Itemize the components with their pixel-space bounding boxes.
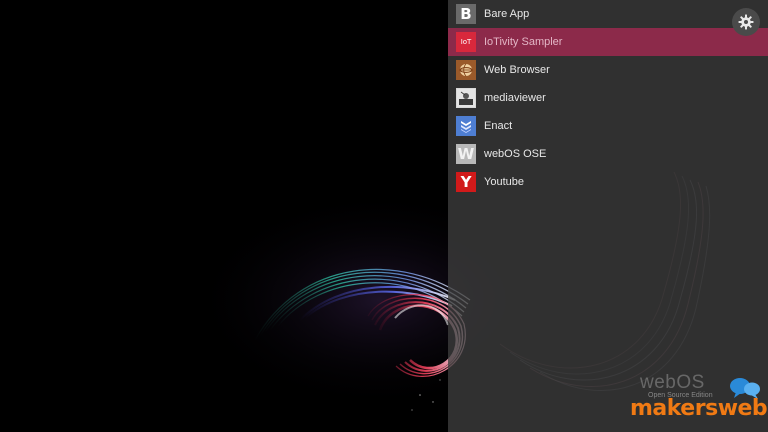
app-label: Enact: [484, 120, 513, 132]
watermark-part2: web: [717, 396, 768, 421]
app-label: IoTivity Sampler: [484, 36, 563, 48]
app-item-webos-ose[interactable]: W webOS OSE: [448, 140, 768, 168]
webos-ose-icon: W: [456, 144, 476, 164]
app-label: webOS OSE: [484, 148, 547, 160]
settings-button[interactable]: [732, 8, 760, 36]
app-item-bare-app[interactable]: B Bare App: [448, 0, 768, 28]
app-list: B Bare App IoT IoTivity Sampler Web Brow…: [448, 0, 768, 196]
app-label: mediaviewer: [484, 92, 546, 104]
gear-icon: [738, 14, 754, 30]
iotivity-icon: IoT: [456, 32, 476, 52]
web-browser-icon: [456, 60, 476, 80]
app-label: Youtube: [484, 176, 524, 188]
enact-icon: [456, 116, 476, 136]
app-item-mediaviewer[interactable]: mediaviewer: [448, 84, 768, 112]
watermark-part1: makers: [630, 396, 718, 421]
app-item-enact[interactable]: Enact: [448, 112, 768, 140]
home-screen: B Bare App IoT IoTivity Sampler Web Brow…: [0, 0, 768, 432]
app-item-web-browser[interactable]: Web Browser: [448, 56, 768, 84]
app-label: Web Browser: [484, 64, 550, 76]
app-item-iotivity-sampler[interactable]: IoT IoTivity Sampler: [448, 28, 768, 56]
webos-logo-text: webOS: [640, 372, 705, 393]
app-item-youtube[interactable]: Y Youtube: [448, 168, 768, 196]
watermark-logo: makersweb: [630, 396, 768, 421]
youtube-icon: Y: [456, 172, 476, 192]
bare-app-icon: B: [456, 4, 476, 24]
mediaviewer-icon: [456, 88, 476, 108]
app-launcher-panel: B Bare App IoT IoTivity Sampler Web Brow…: [448, 0, 768, 432]
app-label: Bare App: [484, 8, 530, 20]
